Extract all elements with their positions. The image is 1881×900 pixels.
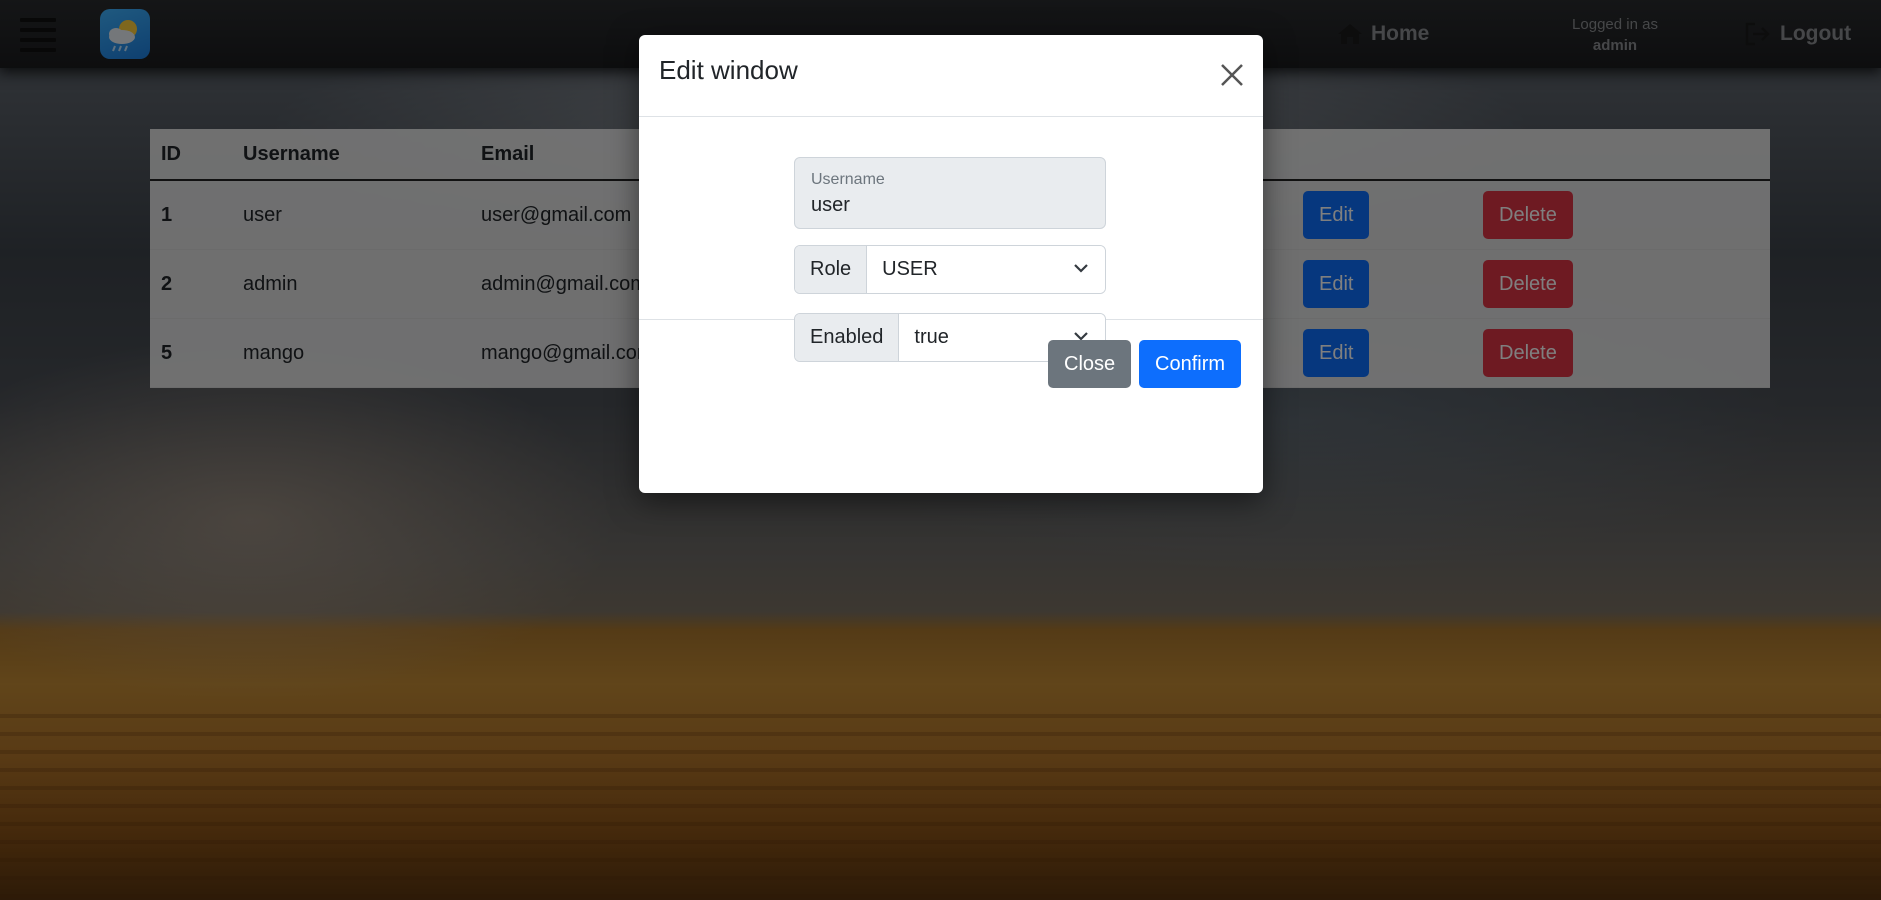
role-selected-value: USER [882, 258, 938, 280]
chevron-down-icon [1074, 264, 1088, 273]
close-button[interactable]: Close [1048, 340, 1132, 388]
role-input-group: Role USER [794, 245, 1106, 294]
edit-modal: Edit window Username user Role USER Enab… [639, 35, 1263, 493]
role-select[interactable]: USER [867, 246, 1105, 293]
role-label: Role [795, 246, 868, 293]
close-icon[interactable] [1219, 62, 1245, 88]
modal-footer: Close Confirm [639, 320, 1263, 408]
confirm-button[interactable]: Confirm [1139, 340, 1242, 388]
modal-header: Edit window [639, 35, 1263, 117]
modal-title: Edit window [659, 55, 798, 85]
username-field[interactable]: Username user [794, 157, 1106, 229]
username-field-label: Username [811, 171, 885, 188]
modal-body: Username user Role USER Enabled true [639, 117, 1263, 362]
username-field-value: user [811, 194, 850, 216]
